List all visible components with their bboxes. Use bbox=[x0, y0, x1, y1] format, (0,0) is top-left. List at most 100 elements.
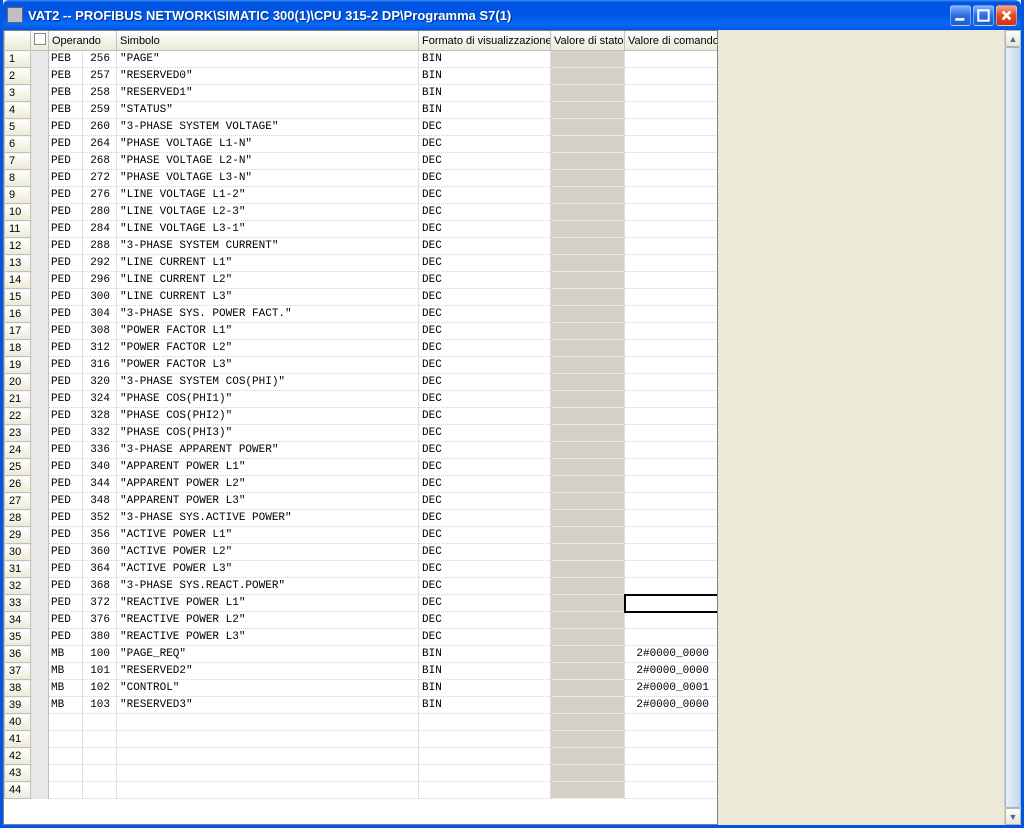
mark-cell[interactable] bbox=[31, 187, 49, 204]
row-number[interactable]: 16 bbox=[5, 306, 31, 323]
mark-cell[interactable] bbox=[31, 408, 49, 425]
command-value-cell[interactable] bbox=[625, 170, 718, 187]
operand-address[interactable]: 276 bbox=[83, 187, 117, 204]
operand-type[interactable]: PEB bbox=[49, 68, 83, 85]
status-value-cell[interactable] bbox=[551, 646, 625, 663]
operand-type[interactable]: PED bbox=[49, 612, 83, 629]
row-number[interactable]: 23 bbox=[5, 425, 31, 442]
row-number[interactable]: 41 bbox=[5, 731, 31, 748]
format-cell[interactable]: BIN bbox=[419, 646, 551, 663]
command-value-cell[interactable] bbox=[625, 255, 718, 272]
status-value-cell[interactable] bbox=[551, 187, 625, 204]
operand-type[interactable] bbox=[49, 731, 83, 748]
format-cell[interactable]: BIN bbox=[419, 663, 551, 680]
symbol-cell[interactable]: "STATUS" bbox=[117, 102, 419, 119]
command-value-cell[interactable] bbox=[625, 153, 718, 170]
col-comando[interactable]: Valore di comando bbox=[625, 31, 718, 51]
table-row[interactable]: 7PED268"PHASE VOLTAGE L2-N"DEC bbox=[5, 153, 718, 170]
format-cell[interactable]: DEC bbox=[419, 170, 551, 187]
status-value-cell[interactable] bbox=[551, 357, 625, 374]
command-value-cell[interactable] bbox=[625, 187, 718, 204]
operand-type[interactable]: PED bbox=[49, 391, 83, 408]
row-number[interactable]: 33 bbox=[5, 595, 31, 612]
command-value-cell[interactable] bbox=[625, 221, 718, 238]
format-cell[interactable]: DEC bbox=[419, 561, 551, 578]
operand-address[interactable]: 284 bbox=[83, 221, 117, 238]
mark-cell[interactable] bbox=[31, 102, 49, 119]
command-value-cell[interactable]: 2#0000_0000 bbox=[625, 663, 718, 680]
command-value-cell[interactable] bbox=[625, 595, 718, 612]
command-value-cell[interactable] bbox=[625, 425, 718, 442]
table-row[interactable]: 41 bbox=[5, 731, 718, 748]
operand-address[interactable] bbox=[83, 714, 117, 731]
command-value-cell[interactable] bbox=[625, 204, 718, 221]
operand-address[interactable]: 101 bbox=[83, 663, 117, 680]
status-value-cell[interactable] bbox=[551, 119, 625, 136]
table-row[interactable]: 27PED348"APPARENT POWER L3"DEC bbox=[5, 493, 718, 510]
command-value-cell[interactable] bbox=[625, 612, 718, 629]
row-number[interactable]: 17 bbox=[5, 323, 31, 340]
operand-address[interactable]: 272 bbox=[83, 170, 117, 187]
row-number[interactable]: 27 bbox=[5, 493, 31, 510]
mark-cell[interactable] bbox=[31, 561, 49, 578]
operand-type[interactable]: PED bbox=[49, 357, 83, 374]
row-number[interactable]: 2 bbox=[5, 68, 31, 85]
operand-address[interactable]: 368 bbox=[83, 578, 117, 595]
symbol-cell[interactable]: "3-PHASE SYS. POWER FACT." bbox=[117, 306, 419, 323]
symbol-cell[interactable]: "3-PHASE SYSTEM VOLTAGE" bbox=[117, 119, 419, 136]
table-row[interactable]: 35PED380"REACTIVE POWER L3"DEC bbox=[5, 629, 718, 646]
row-number[interactable]: 39 bbox=[5, 697, 31, 714]
mark-cell[interactable] bbox=[31, 544, 49, 561]
format-cell[interactable]: DEC bbox=[419, 272, 551, 289]
operand-address[interactable] bbox=[83, 748, 117, 765]
table-row[interactable]: 10PED280"LINE VOLTAGE L2-3"DEC bbox=[5, 204, 718, 221]
operand-address[interactable] bbox=[83, 731, 117, 748]
row-number[interactable]: 15 bbox=[5, 289, 31, 306]
scroll-up-arrow[interactable]: ▲ bbox=[1005, 30, 1021, 47]
mark-cell[interactable] bbox=[31, 578, 49, 595]
mark-cell[interactable] bbox=[31, 510, 49, 527]
operand-address[interactable]: 288 bbox=[83, 238, 117, 255]
status-value-cell[interactable] bbox=[551, 408, 625, 425]
command-value-cell[interactable] bbox=[625, 748, 718, 765]
symbol-cell[interactable]: "LINE VOLTAGE L2-3" bbox=[117, 204, 419, 221]
command-value-cell[interactable]: 2#0000_0000 bbox=[625, 697, 718, 714]
row-number[interactable]: 29 bbox=[5, 527, 31, 544]
status-value-cell[interactable] bbox=[551, 340, 625, 357]
table-row[interactable]: 3PEB258"RESERVED1"BIN bbox=[5, 85, 718, 102]
command-value-cell[interactable] bbox=[625, 544, 718, 561]
command-value-cell[interactable] bbox=[625, 714, 718, 731]
symbol-cell[interactable]: "ACTIVE POWER L2" bbox=[117, 544, 419, 561]
operand-type[interactable]: PED bbox=[49, 374, 83, 391]
row-number[interactable]: 6 bbox=[5, 136, 31, 153]
row-number[interactable]: 12 bbox=[5, 238, 31, 255]
symbol-cell[interactable]: "RESERVED0" bbox=[117, 68, 419, 85]
row-number[interactable]: 7 bbox=[5, 153, 31, 170]
status-value-cell[interactable] bbox=[551, 51, 625, 68]
mark-cell[interactable] bbox=[31, 493, 49, 510]
symbol-cell[interactable]: "LINE VOLTAGE L3-1" bbox=[117, 221, 419, 238]
symbol-cell[interactable]: "CONTROL" bbox=[117, 680, 419, 697]
operand-type[interactable]: PED bbox=[49, 493, 83, 510]
mark-cell[interactable] bbox=[31, 119, 49, 136]
operand-address[interactable]: 103 bbox=[83, 697, 117, 714]
table-row[interactable]: 14PED296"LINE CURRENT L2"DEC bbox=[5, 272, 718, 289]
status-value-cell[interactable] bbox=[551, 272, 625, 289]
symbol-cell[interactable]: "3-PHASE APPARENT POWER" bbox=[117, 442, 419, 459]
table-row[interactable]: 30PED360"ACTIVE POWER L2"DEC bbox=[5, 544, 718, 561]
mark-cell[interactable] bbox=[31, 51, 49, 68]
col-stato[interactable]: Valore di stato bbox=[551, 31, 625, 51]
command-value-cell[interactable] bbox=[625, 374, 718, 391]
col-mark[interactable] bbox=[31, 31, 49, 51]
status-value-cell[interactable] bbox=[551, 493, 625, 510]
row-number[interactable]: 10 bbox=[5, 204, 31, 221]
format-cell[interactable]: DEC bbox=[419, 442, 551, 459]
symbol-cell[interactable]: "POWER FACTOR L1" bbox=[117, 323, 419, 340]
command-value-cell[interactable] bbox=[625, 323, 718, 340]
table-row[interactable]: 43 bbox=[5, 765, 718, 782]
command-value-cell[interactable] bbox=[625, 578, 718, 595]
operand-address[interactable]: 320 bbox=[83, 374, 117, 391]
operand-address[interactable]: 332 bbox=[83, 425, 117, 442]
mark-cell[interactable] bbox=[31, 765, 49, 782]
row-number[interactable]: 18 bbox=[5, 340, 31, 357]
